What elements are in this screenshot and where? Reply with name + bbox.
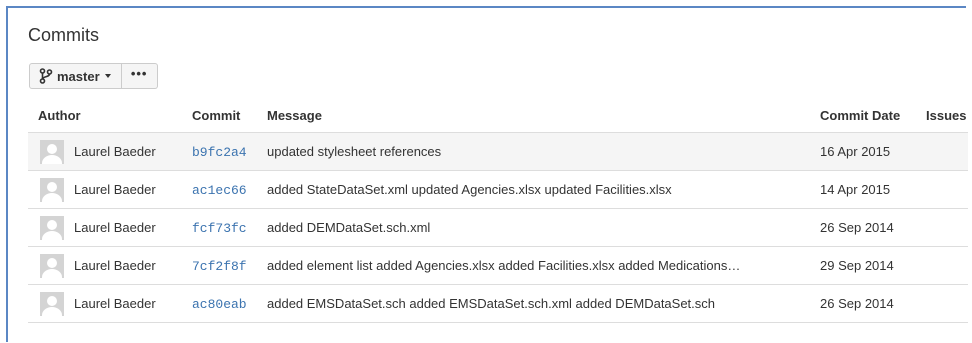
default-avatar-icon[interactable] <box>40 177 64 202</box>
header-commit-date: Commit Date <box>820 99 926 133</box>
commit-hash-link[interactable]: b9fc2a4 <box>192 145 247 160</box>
commit-hash-link[interactable]: fcf73fc <box>192 221 247 236</box>
branch-icon <box>39 68 53 84</box>
author-cell: Laurel Baeder <box>28 139 192 164</box>
table-header-row: Author Commit Message Commit Date Issues <box>28 99 968 133</box>
table-row[interactable]: Laurel Baeder ac1ec66 added StateDataSet… <box>28 170 968 209</box>
table-row[interactable]: Laurel Baeder 7cf2f8f added element list… <box>28 246 968 285</box>
commit-hash-link[interactable]: ac1ec66 <box>192 183 247 198</box>
commit-hash-link[interactable]: ac80eab <box>192 297 247 312</box>
commit-hash-link[interactable]: 7cf2f8f <box>192 259 247 274</box>
commit-date: 29 Sep 2014 <box>820 258 894 273</box>
header-author: Author <box>28 99 192 133</box>
default-avatar-icon[interactable] <box>40 215 64 240</box>
table-row[interactable]: Laurel Baeder fcf73fc added DEMDataSet.s… <box>28 208 968 247</box>
header-message: Message <box>267 99 820 133</box>
table-row[interactable]: Laurel Baeder ac80eab added EMSDataSet.s… <box>28 284 968 323</box>
commit-message: added EMSDataSet.sch added EMSDataSet.sc… <box>267 296 716 311</box>
commit-message: added element list added Agencies.xlsx a… <box>267 258 741 273</box>
table-row[interactable]: Laurel Baeder b9fc2a4 updated stylesheet… <box>28 132 968 171</box>
chevron-down-icon <box>104 74 111 78</box>
page-title: Commits <box>28 25 99 45</box>
author-cell: Laurel Baeder <box>28 253 192 278</box>
commit-message: added DEMDataSet.sch.xml <box>267 220 431 235</box>
commit-message: updated stylesheet references <box>267 144 442 159</box>
commit-date: 26 Sep 2014 <box>820 220 894 235</box>
commit-date: 16 Apr 2015 <box>820 144 891 159</box>
default-avatar-icon[interactable] <box>40 291 64 316</box>
author-name: Laurel Baeder <box>74 144 156 159</box>
commit-message: added StateDataSet.xml updated Agencies.… <box>267 182 672 197</box>
commits-panel: Commits master ••• Author Commit Message… <box>6 6 968 342</box>
author-name: Laurel Baeder <box>74 296 156 311</box>
more-actions-button[interactable]: ••• <box>121 63 158 89</box>
default-avatar-icon[interactable] <box>40 139 64 164</box>
author-name: Laurel Baeder <box>74 182 156 197</box>
author-cell: Laurel Baeder <box>28 177 192 202</box>
more-icon: ••• <box>130 65 148 81</box>
author-name: Laurel Baeder <box>74 258 156 273</box>
default-avatar-icon[interactable] <box>40 253 64 278</box>
commit-date: 14 Apr 2015 <box>820 182 891 197</box>
author-cell: Laurel Baeder <box>28 215 192 240</box>
header-commit: Commit <box>192 99 267 133</box>
author-name: Laurel Baeder <box>74 220 156 235</box>
author-cell: Laurel Baeder <box>28 291 192 316</box>
header-issues: Issues <box>926 99 968 133</box>
commit-date: 26 Sep 2014 <box>820 296 894 311</box>
commit-toolbar: master ••• <box>29 63 158 89</box>
commits-table: Author Commit Message Commit Date Issues… <box>28 99 968 323</box>
branch-selector-button[interactable]: master <box>29 63 122 89</box>
branch-name: master <box>57 68 100 84</box>
